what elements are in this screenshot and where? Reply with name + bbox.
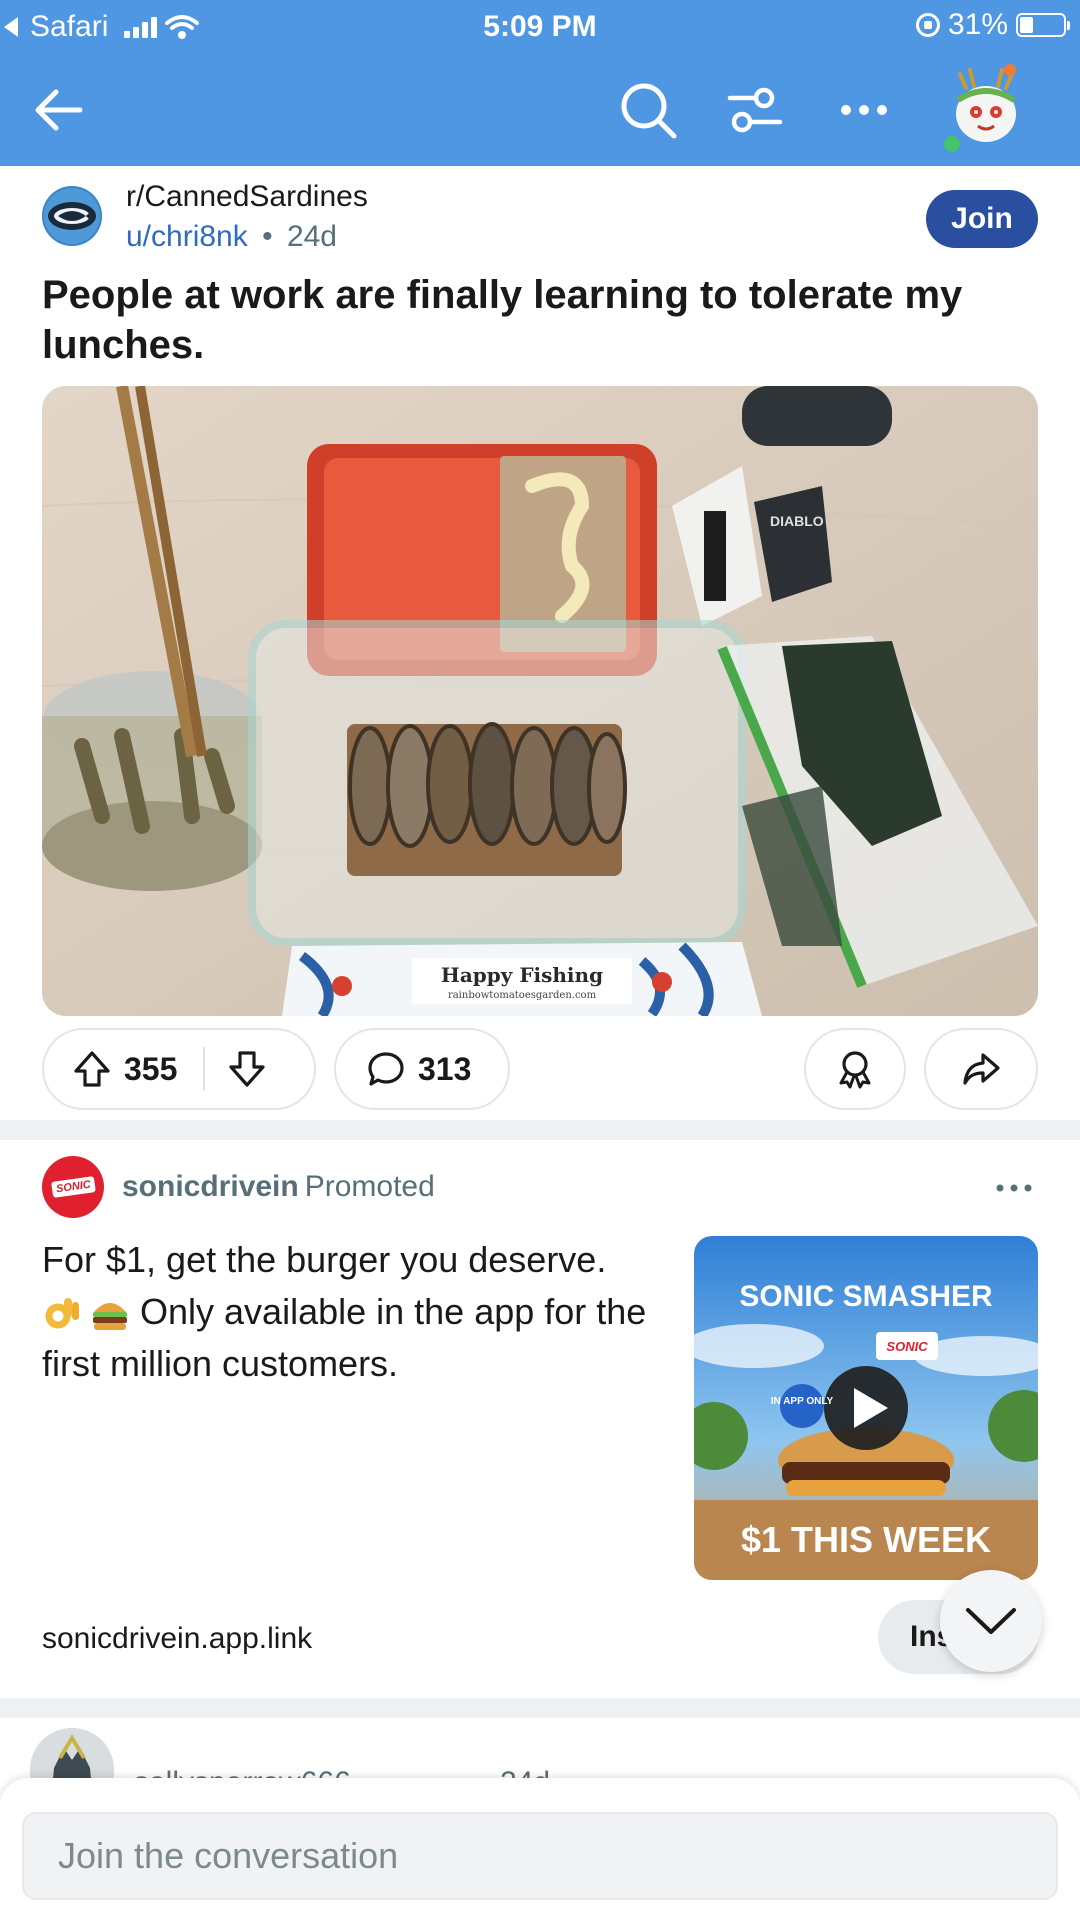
rotation-lock-icon	[915, 13, 940, 37]
chevron-down-icon	[966, 1608, 1016, 1634]
comment-count: 313	[418, 1050, 472, 1087]
ad-body[interactable]: For $1, get the burger you deserve. Only…	[42, 1234, 682, 1390]
status-right: 31%	[915, 8, 1070, 42]
commenter-avatar[interactable]	[30, 1728, 114, 1778]
advertiser-logo-text: SONIC	[50, 1176, 96, 1198]
advertiser-line: sonicdrivein Promoted	[122, 1170, 435, 1204]
scroll-down-button[interactable]	[940, 1570, 1042, 1672]
app-header: Safari 5:09 PM 31%	[0, 0, 1080, 166]
comment-composer	[0, 1778, 1080, 1920]
ad-video-thumbnail[interactable]: SONIC SMASHER SONIC IN APP ONLY $1 THIS …	[694, 1236, 1038, 1580]
filter-icon[interactable]	[722, 78, 786, 142]
sauce-packet-label: DIABLO	[770, 513, 824, 529]
ad-emojis	[42, 1294, 130, 1334]
battery-icon	[1016, 13, 1070, 37]
search-icon[interactable]	[616, 78, 680, 142]
post-meta: u/chri8nk • 24d	[126, 220, 337, 254]
downvote-icon[interactable]	[227, 1049, 267, 1089]
upvote-count: 355	[124, 1050, 178, 1087]
post-image[interactable]: DIABLO Happy Fishing rainbowtomatoesgard…	[42, 386, 1038, 1016]
user-avatar[interactable]	[940, 60, 1032, 152]
vote-bar: 355	[42, 1028, 316, 1110]
join-button[interactable]: Join	[926, 190, 1038, 248]
ad-image-badge: IN APP ONLY	[771, 1396, 834, 1407]
more-options-icon[interactable]	[832, 78, 896, 142]
nav-bar	[0, 54, 1080, 166]
back-arrow-icon[interactable]	[28, 78, 92, 142]
advertiser-name[interactable]: sonicdrivein	[122, 1170, 299, 1203]
feed-divider	[0, 1120, 1080, 1140]
feed-divider	[0, 1698, 1080, 1718]
post-author[interactable]: u/chri8nk	[126, 220, 248, 253]
advertiser-logo[interactable]: SONIC	[42, 1156, 104, 1218]
share-icon	[963, 1053, 1000, 1085]
ad-image-title: SONIC SMASHER	[739, 1280, 993, 1313]
status-bar: Safari 5:09 PM 31%	[0, 0, 1080, 54]
award-icon	[839, 1051, 871, 1089]
ad-text-line2: Only available in the app for the first …	[42, 1291, 647, 1384]
comment-input[interactable]	[22, 1812, 1058, 1900]
wrapper-title: Happy Fishing	[441, 963, 603, 987]
post-card[interactable]: r/CannedSardines u/chri8nk • 24d Join Pe…	[0, 166, 1080, 1120]
promoted-post[interactable]: SONIC sonicdrivein Promoted For $1, get t…	[0, 1140, 1080, 1698]
upvote-icon[interactable]	[72, 1049, 112, 1089]
post-title[interactable]: People at work are finally learning to t…	[42, 270, 992, 370]
post-age: 24d	[286, 220, 337, 253]
ad-image-price: $1 THIS WEEK	[741, 1519, 991, 1560]
burger-emoji-icon	[93, 1303, 127, 1331]
wrapper-url: rainbowtomatoesgarden.com	[448, 990, 597, 1001]
ok-hand-emoji-icon	[45, 1298, 79, 1329]
ad-more-options-icon[interactable]	[994, 1178, 1034, 1198]
promoted-label: Promoted	[304, 1170, 435, 1203]
commenter-name[interactable]: sallysparrow666	[134, 1766, 351, 1778]
comment-age: 24d	[500, 1766, 550, 1778]
ad-text-line1: For $1, get the burger you deserve.	[42, 1239, 607, 1280]
battery-percent: 31%	[947, 8, 1008, 41]
subreddit-name[interactable]: r/CannedSardines	[126, 180, 368, 214]
share-button[interactable]	[924, 1028, 1038, 1110]
vote-divider	[203, 1047, 206, 1091]
comment-icon	[368, 1052, 404, 1086]
award-button[interactable]	[804, 1028, 906, 1110]
ad-image-logo: SONIC	[886, 1339, 928, 1354]
ad-link[interactable]: sonicdrivein.app.link	[42, 1622, 312, 1656]
meta-separator: •	[262, 220, 273, 253]
next-comment-peek[interactable]: sallysparrow666 24d	[0, 1718, 1080, 1778]
subreddit-icon[interactable]	[42, 186, 102, 246]
comments-button[interactable]: 313	[334, 1028, 510, 1110]
